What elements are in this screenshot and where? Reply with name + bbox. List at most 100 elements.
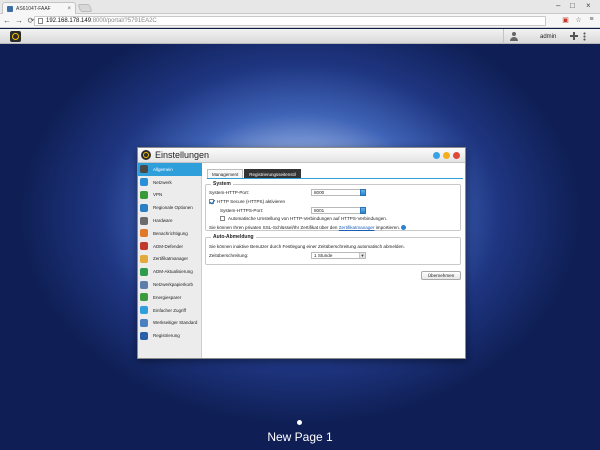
sidebar-item-hardware[interactable]: Hardware: [138, 214, 202, 227]
netzwerkpapierkorb-icon: [140, 280, 148, 289]
back-icon[interactable]: ←: [2, 16, 12, 25]
einfacher-zugriff-icon: [140, 306, 148, 315]
sidebar-item-netzwerkpapierkorb[interactable]: Netzwerkpapierkorb: [138, 278, 202, 291]
sidebar-item-zertifikatmanager[interactable]: Zertifikatmanager: [138, 253, 202, 266]
sidebar-item-label: Energiesparer: [153, 294, 182, 300]
info-icon[interactable]: [401, 225, 407, 231]
https-port-input[interactable]: 8001: [311, 207, 366, 214]
address-bar: ← → ⟳ 192.168.178.149:8000/portal/?5791E…: [0, 14, 600, 28]
page-indicator-dot[interactable]: [297, 420, 302, 425]
maximize-icon[interactable]: □: [570, 1, 575, 11]
timeout-select[interactable]: 1 Stunde ▼: [311, 252, 366, 259]
timeout-label: Zeitüberschreitung:: [209, 253, 249, 258]
sidebar-item-benachrichtigung[interactable]: Benachrichtigung: [138, 227, 202, 240]
certificate-hint-text-end: importieren.: [375, 225, 401, 230]
url-path: :8000/portal/?5791EA2C: [91, 18, 157, 24]
sidebar-item-energiesparer[interactable]: Energiesparer: [138, 291, 202, 304]
sidebar-item-label: Netzwerk: [153, 179, 172, 185]
adm-taskbar: admin: [0, 29, 600, 44]
sidebar-item-label: Registrierung: [153, 333, 180, 339]
sidebar-item-einfacher-zugriff[interactable]: Einfacher Zugriff: [138, 304, 202, 317]
browser-tab[interactable]: AS6104T-FAAF ×: [2, 2, 76, 14]
https-redirect-checkbox[interactable]: [220, 216, 225, 222]
registrierung-icon: [140, 331, 148, 340]
adm-defender-icon: [140, 242, 148, 251]
werkseitiger-standard-icon: [140, 318, 148, 327]
sidebar-item-label: Einfacher Zugriff: [153, 307, 186, 313]
http-port-stepper[interactable]: [360, 189, 366, 196]
hardware-icon: [140, 216, 148, 225]
extension-icon[interactable]: ▣: [561, 16, 570, 24]
timeout-value: 1 Stunde: [314, 253, 333, 258]
browser-toolbar-icons: ▣ ☆ ≡: [561, 16, 596, 24]
taskbar-right-icons: [570, 32, 586, 41]
page-label: New Page 1: [267, 430, 333, 444]
netzwerk-icon: [140, 178, 148, 187]
minimize-button[interactable]: [443, 152, 450, 159]
https-enable-label: HTTP Secure (HTTPS) aktivieren: [217, 199, 286, 204]
http-port-value: 8000: [314, 190, 325, 195]
sidebar-item-label: Hardware: [153, 218, 173, 224]
https-enable-checkbox[interactable]: [209, 199, 214, 205]
https-redirect-label: Automatische Umstellung von HTTP-Verbind…: [228, 216, 388, 221]
allgemein-icon: [140, 165, 148, 174]
energiesparer-icon: [140, 293, 148, 302]
system-legend: System: [211, 181, 233, 187]
options-icon[interactable]: [570, 32, 578, 40]
tab-login-page-style[interactable]: Registrierungsseitenstil: [244, 169, 301, 178]
adm-home-icon[interactable]: [10, 31, 21, 42]
auto-logout-legend: Auto-Abmeldung: [211, 234, 256, 240]
https-redirect-row: Automatische Umstellung von HTTP-Verbind…: [220, 216, 388, 222]
certificate-manager-link[interactable]: Zertifikatmanager: [339, 225, 375, 230]
regionale-optionen-icon: [140, 203, 148, 212]
sidebar-item-adm-aktualisierung[interactable]: ADM-Aktualisierung: [138, 265, 202, 278]
sidebar-item-label: Werkseitiger Standard: [153, 320, 198, 326]
window-header[interactable]: Einstellungen: [138, 148, 465, 163]
url-input[interactable]: 192.168.178.149:8000/portal/?5791EA2C: [34, 16, 546, 26]
adm-aktualisierung-icon: [140, 267, 148, 276]
sidebar-item-netzwerk[interactable]: Netzwerk: [138, 176, 202, 189]
http-port-input[interactable]: 8000: [311, 189, 366, 196]
more-icon[interactable]: [583, 32, 586, 41]
forward-icon[interactable]: →: [14, 16, 24, 25]
close-button[interactable]: [453, 152, 460, 159]
url-host: 192.168.178.149: [46, 18, 92, 24]
tab-close-icon[interactable]: ×: [67, 6, 71, 12]
browser-tab-title: AS6104T-FAAF: [16, 5, 51, 12]
settings-content: Management Registrierungsseitenstil Syst…: [202, 163, 465, 358]
https-port-label: System-HTTPS-Port:: [220, 208, 264, 213]
sidebar-item-regionale-optionen[interactable]: Regionale Optionen: [138, 201, 202, 214]
chevron-down-icon: ▼: [359, 253, 365, 258]
sidebar-item-werkseitiger-standard[interactable]: Werkseitiger Standard: [138, 317, 202, 330]
settings-app-icon: [141, 150, 151, 160]
sidebar-item-vpn[interactable]: VPN: [138, 189, 202, 202]
new-tab-button[interactable]: [77, 4, 93, 12]
http-port-label: System-HTTP-Port:: [209, 190, 250, 195]
browser-titlebar: AS6104T-FAAF × – □ ×: [0, 0, 600, 14]
help-button[interactable]: [433, 152, 440, 159]
sidebar-item-label: ADM-Aktualisierung: [153, 269, 193, 275]
sidebar-item-label: VPN: [153, 192, 163, 198]
tab-bar: Management Registrierungsseitenstil: [207, 169, 301, 178]
nas-desktop: admin Einstellungen Allgemein Netzwerk VPN…: [0, 29, 600, 450]
sidebar-item-allgemein[interactable]: Allgemein: [138, 163, 202, 176]
vpn-icon: [140, 190, 148, 199]
tab-underline: [207, 178, 463, 179]
tab-management[interactable]: Management: [207, 169, 244, 178]
bookmark-star-icon[interactable]: ☆: [574, 16, 583, 24]
user-menu[interactable]: admin: [503, 29, 580, 44]
benachrichtigung-icon: [140, 229, 148, 238]
sidebar-item-label: Benachrichtigung: [153, 230, 188, 236]
minimize-icon[interactable]: –: [556, 1, 560, 11]
menu-icon[interactable]: ≡: [587, 16, 596, 24]
system-section: System System-HTTP-Port: 8000 HTTP Secur…: [205, 181, 461, 231]
sidebar-item-adm-defender[interactable]: ADM-Defender: [138, 240, 202, 253]
window-close-icon[interactable]: ×: [586, 1, 591, 11]
https-port-stepper[interactable]: [360, 207, 366, 214]
window-title: Einstellungen: [155, 150, 210, 160]
sidebar-item-label: Zertifikatmanager: [153, 256, 189, 262]
apply-button[interactable]: Übernehmen: [421, 271, 461, 280]
certificate-hint: Sie können Ihren privaten SSL-Schlüssel/…: [209, 225, 407, 231]
sidebar-item-label: Allgemein: [153, 166, 173, 172]
sidebar-item-registrierung[interactable]: Registrierung: [138, 329, 202, 342]
